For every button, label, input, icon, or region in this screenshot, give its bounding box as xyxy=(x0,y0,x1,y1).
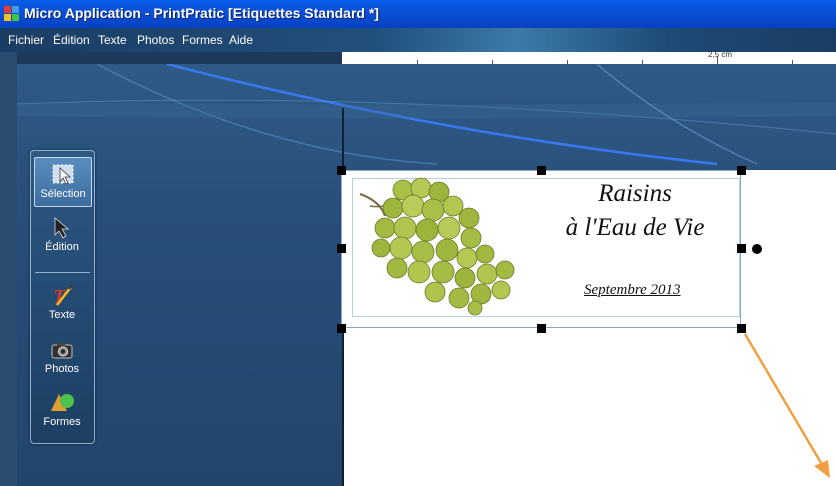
rotate-handle[interactable] xyxy=(752,244,762,254)
label-title-line2[interactable]: à l'Eau de Vie xyxy=(545,214,725,242)
selection-icon xyxy=(52,164,74,185)
text-icon: T xyxy=(53,284,73,307)
tool-formes[interactable]: Formes xyxy=(34,386,90,434)
resize-handle-top[interactable] xyxy=(537,166,546,175)
tool-photos-label: Photos xyxy=(44,363,80,375)
menu-aide[interactable]: Aide xyxy=(229,33,253,47)
menu-photos[interactable]: Photos xyxy=(137,33,174,47)
tool-texte-label: Texte xyxy=(48,309,76,321)
tool-selection[interactable]: Sélection xyxy=(34,157,92,207)
resize-handle-bottom-right[interactable] xyxy=(737,324,746,333)
tool-separator xyxy=(35,272,90,273)
resize-handle-bottom-left[interactable] xyxy=(337,324,346,333)
window-title: Micro Application - PrintPratic [Etiquet… xyxy=(24,5,379,21)
vertical-ruler xyxy=(0,52,17,486)
menu-texte[interactable]: Texte xyxy=(98,33,127,47)
title-bar: Micro Application - PrintPratic [Etiquet… xyxy=(0,0,836,29)
tool-selection-label: Sélection xyxy=(40,188,86,200)
ruler-label: 2,5 cm xyxy=(708,50,733,59)
shapes-icon xyxy=(51,394,74,411)
app-icon[interactable] xyxy=(3,5,20,22)
menu-edition[interactable]: Édition xyxy=(53,33,90,47)
tool-texte[interactable]: T Texte xyxy=(34,279,90,327)
edit-arrow-icon xyxy=(54,217,70,239)
tool-formes-label: Formes xyxy=(43,416,81,428)
resize-handle-bottom[interactable] xyxy=(537,324,546,333)
tool-edition[interactable]: Édition xyxy=(34,211,90,259)
resize-handle-top-right[interactable] xyxy=(737,166,746,175)
menu-bar: Fichier Édition Texte Photos Formes Aide xyxy=(0,28,836,52)
resize-handle-right[interactable] xyxy=(737,244,746,253)
label-title-line1[interactable]: Raisins xyxy=(545,180,725,208)
camera-icon xyxy=(51,342,73,359)
menu-fichier[interactable]: Fichier xyxy=(8,33,44,47)
tool-edition-label: Édition xyxy=(45,241,79,253)
resize-handle-top-left[interactable] xyxy=(337,166,346,175)
menu-formes[interactable]: Formes xyxy=(182,33,223,47)
label-date[interactable]: Septembre 2013 xyxy=(584,282,681,299)
resize-handle-left[interactable] xyxy=(337,244,346,253)
tool-photos[interactable]: Photos xyxy=(34,333,90,381)
grapes-image[interactable] xyxy=(355,176,525,316)
tool-palette: Sélection Édition T Texte Photos Formes xyxy=(30,150,95,444)
